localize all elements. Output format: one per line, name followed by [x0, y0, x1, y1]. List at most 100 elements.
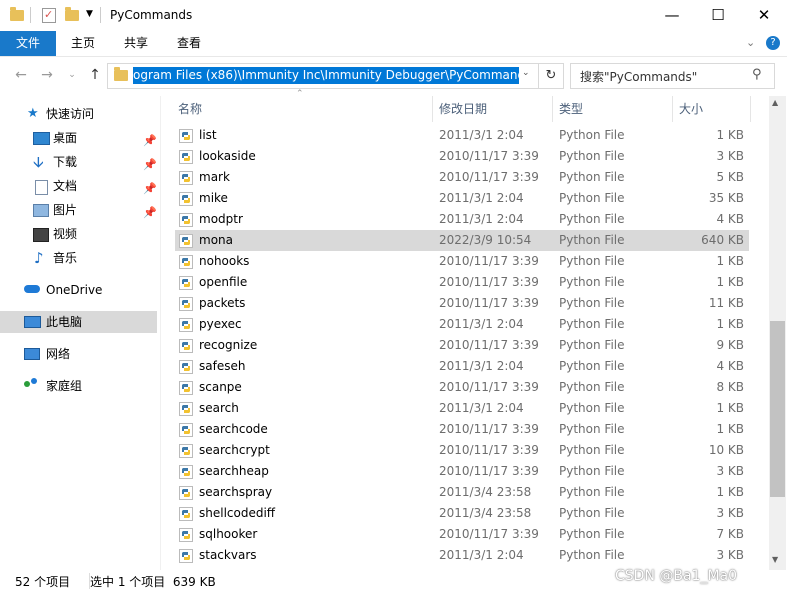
file-name[interactable]: recognize	[199, 335, 257, 356]
file-row[interactable]: safeseh 2011/3/1 2:04 Python File 4 KB	[175, 356, 749, 377]
file-row[interactable]: searchspray 2011/3/4 23:58 Python File 1 KB	[175, 482, 749, 503]
search-icon[interactable]: ⚲	[752, 67, 762, 82]
file-name[interactable]: searchspray	[199, 482, 272, 503]
column-divider[interactable]	[672, 96, 673, 122]
nav-item-videos[interactable]: 视频	[0, 223, 157, 245]
file-name[interactable]: list	[199, 125, 217, 146]
chevron-down-icon[interactable]: ▼	[86, 9, 93, 19]
nav-item-network[interactable]: 网络	[0, 343, 157, 365]
scroll-down-icon[interactable]: ▼	[772, 555, 778, 564]
file-row[interactable]: mona 2022/3/9 10:54 Python File 640 KB	[175, 230, 749, 251]
tab-file[interactable]: 文件	[0, 31, 56, 56]
nav-label: 此电脑	[46, 315, 83, 329]
file-name[interactable]: search	[199, 398, 239, 419]
column-header-type[interactable]: 类型	[559, 100, 583, 118]
file-type: Python File	[559, 422, 625, 436]
file-name[interactable]: packets	[199, 293, 245, 314]
address-path[interactable]: ogram Files (x86)\Immunity Inc\Immunity …	[133, 67, 519, 84]
file-name[interactable]: mona	[199, 230, 233, 251]
python-file-icon	[179, 171, 193, 185]
file-row[interactable]: lookaside 2010/11/17 3:39 Python File 3 KB	[175, 146, 749, 167]
file-row[interactable]: packets 2010/11/17 3:39 Python File 11 KB	[175, 293, 749, 314]
file-date: 2010/11/17 3:39	[439, 275, 539, 289]
file-type: Python File	[559, 191, 625, 205]
column-header-date[interactable]: 修改日期	[439, 100, 487, 118]
file-name[interactable]: shellcodediff	[199, 503, 275, 524]
file-name[interactable]: stackvars	[199, 545, 257, 566]
help-icon[interactable]: ?	[766, 36, 780, 50]
file-name[interactable]: searchheap	[199, 461, 269, 482]
file-row[interactable]: modptr 2011/3/1 2:04 Python File 4 KB	[175, 209, 749, 230]
back-arrow-icon[interactable]: ←	[12, 66, 30, 84]
python-file-icon	[179, 486, 193, 500]
file-row[interactable]: search 2011/3/1 2:04 Python File 1 KB	[175, 398, 749, 419]
ribbon-expand-icon[interactable]: ⌄	[746, 36, 755, 49]
tab-share[interactable]: 共享	[124, 31, 148, 56]
file-name[interactable]: mark	[199, 167, 230, 188]
file-name[interactable]: pyexec	[199, 314, 242, 335]
properties-icon[interactable]: ✓	[42, 8, 56, 23]
nav-item-documents[interactable]: 文档 📌	[0, 175, 157, 197]
file-row[interactable]: scanpe 2010/11/17 3:39 Python File 8 KB	[175, 377, 749, 398]
column-divider[interactable]	[432, 96, 433, 122]
search-placeholder: 搜索"PyCommands"	[580, 70, 698, 84]
file-row[interactable]: mark 2010/11/17 3:39 Python File 5 KB	[175, 167, 749, 188]
new-folder-icon[interactable]	[65, 7, 79, 21]
file-size: 1 KB	[716, 128, 744, 142]
column-divider[interactable]	[552, 96, 553, 122]
nav-item-homegroup[interactable]: 家庭组	[0, 375, 157, 397]
file-name[interactable]: sqlhooker	[199, 524, 257, 545]
file-date: 2011/3/1 2:04	[439, 548, 524, 562]
column-header-name[interactable]: 名称	[178, 100, 202, 118]
nav-item-music[interactable]: ♪ 音乐	[0, 247, 157, 269]
scrollbar-thumb[interactable]	[770, 321, 785, 497]
file-type: Python File	[559, 548, 625, 562]
nav-label: 视频	[53, 227, 78, 241]
file-row[interactable]: searchheap 2010/11/17 3:39 Python File 3 KB	[175, 461, 749, 482]
file-name[interactable]: safeseh	[199, 356, 245, 377]
file-row[interactable]: stackvars 2011/3/1 2:04 Python File 3 KB	[175, 545, 749, 566]
up-arrow-icon[interactable]: ↑	[86, 66, 104, 84]
recent-locations-icon[interactable]: ⌄	[63, 66, 81, 84]
file-row[interactable]: recognize 2010/11/17 3:39 Python File 9 KB	[175, 335, 749, 356]
close-button[interactable]: ✕	[741, 0, 787, 31]
maximize-button[interactable]: ☐	[695, 0, 741, 31]
file-name[interactable]: lookaside	[199, 146, 256, 167]
file-name[interactable]: nohooks	[199, 251, 249, 272]
python-file-icon	[179, 465, 193, 479]
address-dropdown-icon[interactable]: ⌄	[522, 68, 530, 78]
nav-item-desktop[interactable]: 桌面 📌	[0, 127, 157, 149]
file-row[interactable]: openfile 2010/11/17 3:39 Python File 1 KB	[175, 272, 749, 293]
file-row[interactable]: sqlhooker 2010/11/17 3:39 Python File 7 KB	[175, 524, 749, 545]
file-row[interactable]: pyexec 2011/3/1 2:04 Python File 1 KB	[175, 314, 749, 335]
nav-quick-access[interactable]: ★ 快速访问	[0, 103, 157, 125]
nav-item-this-pc[interactable]: 此电脑	[0, 311, 157, 333]
homegroup-icon	[24, 381, 30, 387]
file-type: Python File	[559, 296, 625, 310]
nav-item-onedrive[interactable]: OneDrive	[0, 279, 157, 301]
file-name[interactable]: searchcrypt	[199, 440, 270, 461]
file-name[interactable]: mike	[199, 188, 228, 209]
file-row[interactable]: searchcrypt 2010/11/17 3:39 Python File 10 …	[175, 440, 749, 461]
file-row[interactable]: searchcode 2010/11/17 3:39 Python File 1 KB	[175, 419, 749, 440]
column-divider[interactable]	[750, 96, 751, 122]
file-name[interactable]: openfile	[199, 272, 247, 293]
forward-arrow-icon[interactable]: →	[38, 66, 56, 84]
nav-label: 音乐	[53, 251, 78, 265]
file-row[interactable]: list 2011/3/1 2:04 Python File 1 KB	[175, 125, 749, 146]
minimize-button[interactable]: —	[649, 0, 695, 31]
file-name[interactable]: scanpe	[199, 377, 242, 398]
nav-item-downloads[interactable]: 🡫 下载 📌	[0, 151, 157, 173]
nav-item-pictures[interactable]: 图片 📌	[0, 199, 157, 221]
file-name[interactable]: modptr	[199, 209, 243, 230]
file-type: Python File	[559, 149, 625, 163]
tab-home[interactable]: 主页	[71, 31, 95, 56]
file-row[interactable]: nohooks 2010/11/17 3:39 Python File 1 KB	[175, 251, 749, 272]
tab-view[interactable]: 查看	[177, 31, 201, 56]
column-header-size[interactable]: 大小	[679, 100, 703, 118]
file-name[interactable]: searchcode	[199, 419, 268, 440]
file-row[interactable]: mike 2011/3/1 2:04 Python File 35 KB	[175, 188, 749, 209]
file-row[interactable]: shellcodediff 2011/3/4 23:58 Python File 3 …	[175, 503, 749, 524]
scroll-up-icon[interactable]: ▲	[772, 98, 778, 107]
refresh-icon[interactable]: ↻	[538, 63, 564, 89]
